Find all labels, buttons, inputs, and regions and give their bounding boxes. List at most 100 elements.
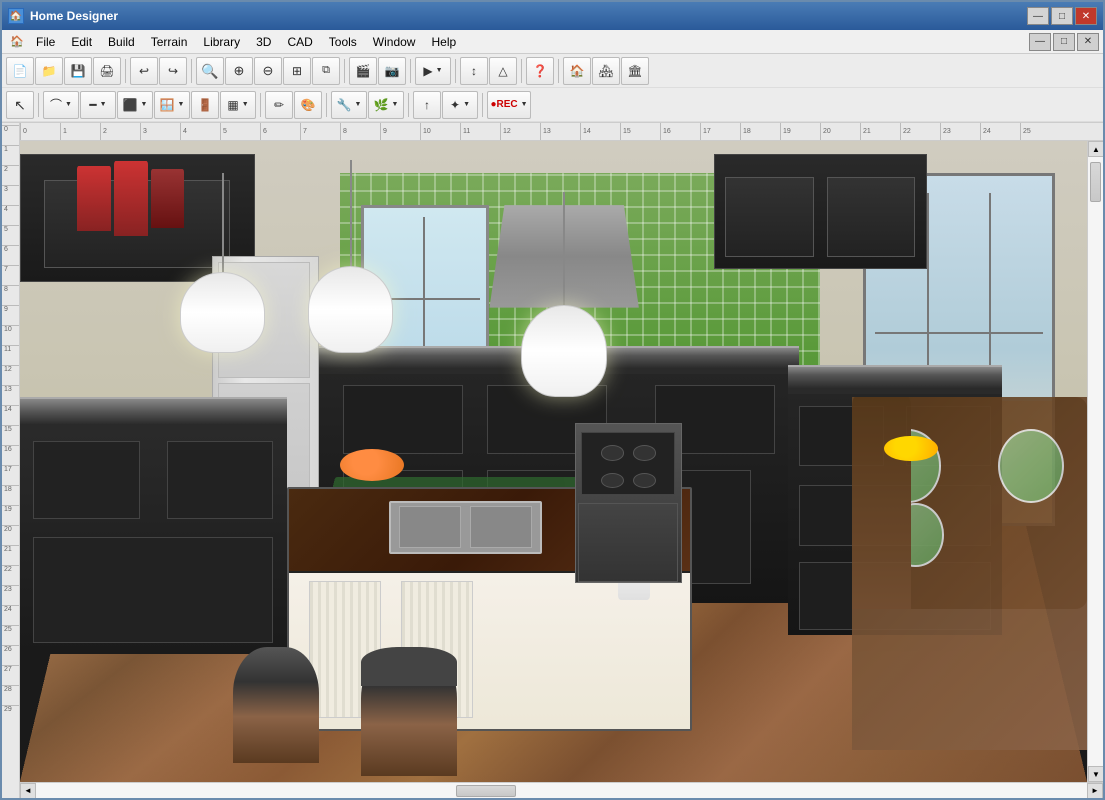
cabinet-door-base-l (33, 537, 273, 642)
arc-dropdown[interactable]: ⌒▼ (43, 91, 79, 119)
app-icon: 🏠 (8, 8, 24, 24)
window-dropdown[interactable]: 🪟▼ (154, 91, 190, 119)
scroll-thumb-h[interactable] (456, 785, 516, 797)
sink-basin-right (470, 506, 532, 549)
help-btn[interactable]: ❓ (526, 57, 554, 85)
drawer-2 (167, 441, 274, 519)
sep5 (455, 59, 456, 83)
counter-left (20, 397, 287, 653)
3d-canvas[interactable] (20, 141, 1087, 782)
scroll-thumb-v[interactable] (1090, 162, 1101, 202)
paint-tool[interactable]: 🎨 (294, 91, 322, 119)
fixture-dropdown[interactable]: 🔧▼ (331, 91, 367, 119)
elevation-button[interactable]: ↕ (460, 57, 488, 85)
sep1 (125, 59, 126, 83)
pendant-shade-1 (180, 272, 265, 353)
ruler-vertical: 0 1 2 3 4 5 6 7 8 9 10 11 12 13 14 15 16… (2, 123, 20, 798)
fit-button[interactable]: ⊞ (283, 57, 311, 85)
house-button[interactable]: 🏠 (563, 57, 591, 85)
menu-3d[interactable]: 3D (248, 31, 279, 53)
wall-dropdown[interactable]: ━▼ (80, 91, 116, 119)
transform-dropdown[interactable]: ✦▼ (442, 91, 478, 119)
close-button[interactable]: ✕ (1075, 7, 1097, 25)
stove-range (575, 423, 682, 583)
sub-maximize-button[interactable]: □ (1053, 33, 1075, 51)
camera-button[interactable]: 📷 (378, 57, 406, 85)
scroll-right-arrow[interactable]: ► (1087, 783, 1103, 799)
open-button[interactable]: 📁 (35, 57, 63, 85)
title-bar: 🏠 Home Designer — □ ✕ (2, 2, 1103, 30)
pendant-light-3 (521, 192, 606, 397)
maximize-button[interactable]: □ (1051, 7, 1073, 25)
toolbar-row-2: ↖ ⌒▼ ━▼ ⬛▼ 🪟▼ 🚪 ▦▼ ✏ 🎨 🔧▼ (2, 88, 1103, 122)
window-controls: — □ ✕ (1027, 7, 1097, 25)
pendant-cord-3 (563, 192, 565, 305)
sep8 (38, 93, 39, 117)
shelf-item-2 (114, 161, 148, 236)
minimize-button[interactable]: — (1027, 7, 1049, 25)
plant-dropdown[interactable]: 🌿▼ (368, 91, 404, 119)
scroll-track-h[interactable] (36, 783, 1087, 798)
select-tool[interactable]: ↖ (6, 91, 34, 119)
menu-bar: 🏠 File Edit Build Terrain Library 3D CAD… (2, 30, 1103, 54)
house3-button[interactable]: 🏛 (621, 57, 649, 85)
burner-4 (633, 473, 656, 488)
content-area: 0 1 2 3 4 5 6 7 8 9 10 11 12 13 14 15 16… (2, 123, 1103, 798)
sub-minimize-button[interactable]: — (1029, 33, 1051, 51)
draw-tool[interactable]: ✏ (265, 91, 293, 119)
house2-button[interactable]: 🏘 (592, 57, 620, 85)
door-tool[interactable]: 🚪 (191, 91, 219, 119)
menu-library[interactable]: Library (195, 31, 248, 53)
menu-file[interactable]: File (28, 31, 63, 53)
stair-dropdown[interactable]: ▦▼ (220, 91, 256, 119)
new-button[interactable]: 📄 (6, 57, 34, 85)
toolbar-area: 📄 📁 💾 🖨 ↩ ↪ 🔍 ⊕ ⊖ ⊞ ⧉ 🎬 📷 ▶▼ ↕ △ (2, 54, 1103, 123)
scroll-down-arrow[interactable]: ▼ (1088, 766, 1103, 782)
back-drawer-1 (343, 385, 463, 454)
burner-2 (633, 445, 656, 460)
sep4 (410, 59, 411, 83)
dining-chair-back (852, 397, 911, 609)
room-dropdown[interactable]: ⬛▼ (117, 91, 153, 119)
zoom-out-button[interactable]: ⊖ (254, 57, 282, 85)
menu-build[interactable]: Build (100, 31, 143, 53)
save-button[interactable]: 💾 (64, 57, 92, 85)
plate-3 (998, 429, 1064, 503)
menu-cad[interactable]: CAD (279, 31, 320, 53)
up-tool[interactable]: ↑ (413, 91, 441, 119)
find-button[interactable]: 🔍 (196, 57, 224, 85)
menu-window[interactable]: Window (365, 31, 424, 53)
print-button[interactable]: 🖨 (93, 57, 121, 85)
menu-help[interactable]: Help (423, 31, 464, 53)
cabinet-door-r2 (827, 177, 916, 256)
menu-edit[interactable]: Edit (63, 31, 100, 53)
fit2-button[interactable]: ⧉ (312, 57, 340, 85)
pendant-cord-2 (350, 160, 352, 266)
shelf-item-1 (77, 166, 111, 230)
cabinet-door-r1 (725, 177, 814, 256)
menu-terrain[interactable]: Terrain (143, 31, 196, 53)
undo-button[interactable]: ↩ (130, 57, 158, 85)
roof-button[interactable]: △ (489, 57, 517, 85)
scroll-left-arrow[interactable]: ◄ (20, 783, 36, 799)
zoom-in-button[interactable]: ⊕ (225, 57, 253, 85)
system-menu[interactable]: 🏠 (6, 31, 28, 53)
stool-seat (361, 647, 457, 685)
menu-tools[interactable]: Tools (321, 31, 365, 53)
record-dropdown[interactable]: ●REC▼ (487, 91, 531, 119)
burner-1 (601, 445, 624, 460)
sub-close-button[interactable]: ✕ (1077, 33, 1099, 51)
play-dropdown[interactable]: ▶▼ (415, 57, 451, 85)
pendant-light-2 (308, 160, 393, 352)
ruler-horizontal: 0 1 2 3 4 5 6 7 8 9 10 11 12 13 14 15 16… (20, 123, 1103, 141)
window-rail-r (875, 332, 1042, 334)
sep11 (408, 93, 409, 117)
scroll-track-v[interactable] (1088, 157, 1103, 766)
sep7 (558, 59, 559, 83)
export-button[interactable]: 🎬 (349, 57, 377, 85)
scroll-up-arrow[interactable]: ▲ (1088, 141, 1103, 157)
redo-button[interactable]: ↪ (159, 57, 187, 85)
drawer-1 (33, 441, 140, 519)
pendant-cord-1 (222, 173, 224, 272)
sep6 (521, 59, 522, 83)
